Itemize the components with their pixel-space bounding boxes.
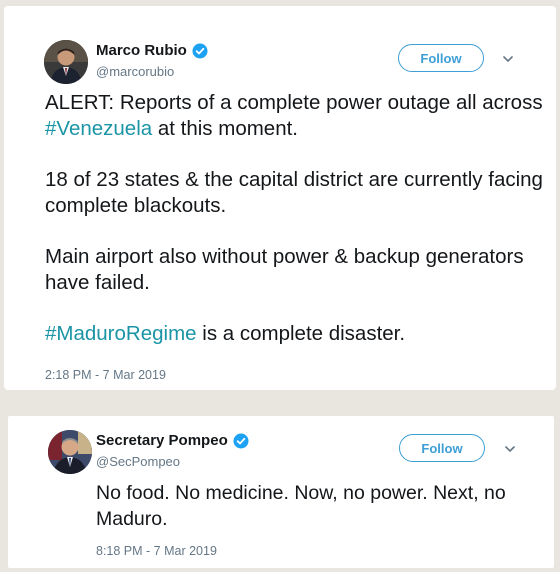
tweet-card-pompeo: Secretary Pompeo @SecPompeo Follow No fo…: [8, 416, 554, 568]
tweet-paragraph: ALERT: Reports of a complete power outag…: [45, 90, 545, 141]
verified-badge-icon: [192, 43, 208, 59]
verified-badge-icon: [233, 433, 249, 449]
timestamp[interactable]: 8:18 PM - 7 Mar 2019: [96, 544, 217, 558]
tweet-card-rubio: Marco Rubio @marcorubio Follow ALERT: Re…: [4, 6, 556, 390]
avatar[interactable]: [44, 40, 88, 84]
tweet-text-segment: is a complete disaster.: [196, 322, 406, 345]
handle[interactable]: @SecPompeo: [96, 454, 180, 469]
avatar[interactable]: [48, 430, 92, 474]
follow-button[interactable]: Follow: [399, 434, 485, 462]
chevron-down-icon[interactable]: [503, 442, 517, 456]
hashtag-link[interactable]: #MaduroRegime: [45, 322, 197, 345]
tweet-paragraph: 18 of 23 states & the capital district a…: [45, 168, 543, 217]
timestamp[interactable]: 2:18 PM - 7 Mar 2019: [45, 368, 166, 382]
tweet-text: No food. No medicine. Now, no power. Nex…: [96, 482, 506, 530]
hashtag-link[interactable]: #Venezuela: [45, 117, 152, 140]
chevron-down-icon[interactable]: [501, 52, 515, 66]
display-name[interactable]: Marco Rubio: [96, 42, 187, 59]
tweet-paragraph: Main airport also without power & backup…: [45, 245, 524, 294]
tweet-text-segment: at this moment.: [152, 116, 298, 140]
tweet-text: ALERT: Reports of a complete power outag…: [45, 90, 545, 347]
handle[interactable]: @marcorubio: [96, 64, 174, 79]
tweet-text-segment: ALERT: Reports of a complete power outag…: [45, 91, 543, 114]
tweet-paragraph: #MaduroRegime is a complete disaster.: [45, 321, 545, 347]
follow-button[interactable]: Follow: [398, 44, 484, 72]
display-name[interactable]: Secretary Pompeo: [96, 432, 228, 449]
